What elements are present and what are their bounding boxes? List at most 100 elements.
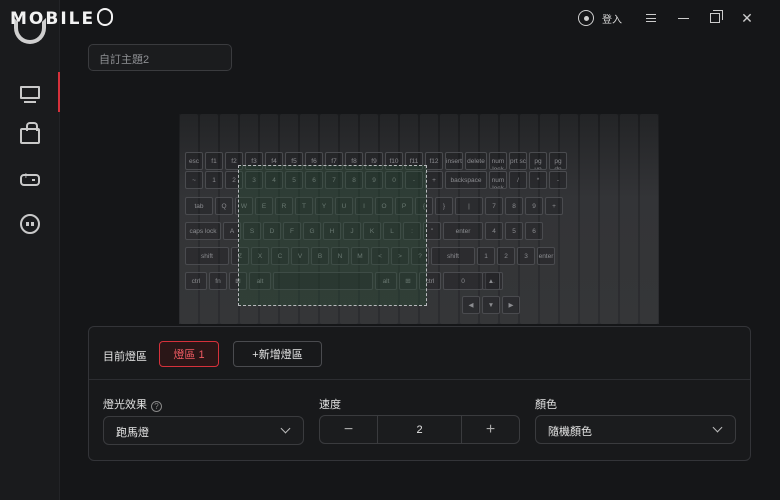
key[interactable]: 7 bbox=[485, 197, 503, 215]
key-label: + bbox=[552, 203, 556, 210]
key[interactable]: backspace bbox=[445, 171, 487, 189]
key-label: enter bbox=[455, 228, 471, 235]
close-button[interactable]: ✕ bbox=[734, 9, 760, 27]
menu-icon bbox=[646, 14, 656, 22]
speed-decrease-button[interactable]: − bbox=[320, 416, 377, 443]
key[interactable]: 9 bbox=[525, 197, 543, 215]
key[interactable]: 5 bbox=[505, 222, 523, 240]
key[interactable]: enter bbox=[537, 247, 555, 265]
light-column bbox=[540, 114, 558, 324]
current-zone-label: 目前燈區 bbox=[103, 351, 147, 363]
key[interactable]: Q bbox=[215, 197, 233, 215]
key-label: ctrl bbox=[191, 278, 201, 285]
key[interactable]: esc bbox=[185, 152, 203, 170]
arrow-key[interactable]: ◀ bbox=[462, 296, 480, 314]
light-column bbox=[560, 114, 578, 324]
key-label: pg dn bbox=[554, 158, 562, 170]
key[interactable]: fn bbox=[209, 272, 227, 290]
key[interactable]: 1 bbox=[477, 247, 495, 265]
light-column bbox=[520, 114, 538, 324]
key-label: Q bbox=[221, 203, 227, 210]
brand-logo: MOBILE bbox=[10, 8, 114, 29]
arrow-key[interactable]: ▲ bbox=[482, 272, 500, 290]
arrow-icon: ▶ bbox=[508, 302, 514, 309]
key[interactable]: 8 bbox=[505, 197, 523, 215]
arrow-key[interactable]: ▼ bbox=[482, 296, 500, 314]
key[interactable]: tab bbox=[185, 197, 213, 215]
speed-value[interactable]: 2 bbox=[377, 416, 462, 443]
user-icon[interactable] bbox=[578, 10, 594, 26]
sidebar-item-mascot[interactable] bbox=[0, 204, 60, 244]
effect-label-text: 燈光效果 bbox=[103, 399, 147, 411]
color-select[interactable]: 隨機顏色 bbox=[535, 415, 736, 444]
key[interactable]: shift bbox=[185, 247, 229, 265]
arrow-icon: ▼ bbox=[487, 302, 495, 309]
key[interactable]: 6 bbox=[525, 222, 543, 240]
key[interactable]: pg up bbox=[529, 152, 547, 170]
minimize-button[interactable] bbox=[670, 9, 696, 27]
light-column bbox=[480, 114, 498, 324]
key[interactable]: 4 bbox=[485, 222, 503, 240]
menu-button[interactable] bbox=[638, 9, 664, 27]
speed-label: 速度 bbox=[319, 399, 341, 411]
key-label: 8 bbox=[512, 203, 516, 210]
key[interactable]: pg dn bbox=[549, 152, 567, 170]
chevron-down-icon bbox=[712, 422, 723, 433]
key[interactable]: / bbox=[509, 171, 527, 189]
key[interactable]: + bbox=[425, 171, 443, 189]
key[interactable]: caps lock bbox=[185, 222, 221, 240]
key[interactable]: * bbox=[529, 171, 547, 189]
speed-increase-button[interactable]: + bbox=[462, 416, 519, 443]
help-icon[interactable]: ? bbox=[151, 401, 162, 412]
key-label: prt sc bbox=[510, 158, 526, 165]
key[interactable]: | bbox=[455, 197, 483, 215]
maximize-button[interactable] bbox=[702, 9, 728, 27]
color-label: 顏色 bbox=[535, 399, 557, 411]
key[interactable]: + bbox=[545, 197, 563, 215]
key[interactable]: f1 bbox=[205, 152, 223, 170]
lighting-zone-selection[interactable] bbox=[238, 165, 427, 306]
key[interactable]: - bbox=[549, 171, 567, 189]
key-label: 4 bbox=[492, 228, 496, 235]
key[interactable]: ctrl bbox=[185, 272, 207, 290]
logo-text: MOBILE bbox=[10, 9, 96, 29]
key-label: f1 bbox=[211, 158, 217, 165]
zone-1-button[interactable]: 燈區 1 bbox=[159, 341, 219, 367]
key[interactable]: shift bbox=[431, 247, 475, 265]
key[interactable]: prt sc bbox=[509, 152, 527, 170]
effect-select[interactable]: 跑馬燈 bbox=[103, 416, 304, 445]
light-column bbox=[580, 114, 598, 324]
close-icon: ✕ bbox=[741, 9, 753, 26]
light-column bbox=[640, 114, 658, 324]
key-label: num lock bbox=[491, 177, 505, 189]
sidebar-item-store[interactable] bbox=[0, 116, 60, 156]
key[interactable]: delete bbox=[465, 152, 487, 170]
key[interactable]: num lock bbox=[489, 152, 507, 170]
light-column bbox=[600, 114, 618, 324]
key[interactable]: num lock bbox=[489, 171, 507, 189]
key-label: insert bbox=[446, 158, 462, 165]
key[interactable]: enter bbox=[443, 222, 483, 240]
sidebar-item-games[interactable] bbox=[0, 160, 60, 200]
key-label: - bbox=[556, 177, 560, 184]
login-link[interactable]: 登入 bbox=[602, 11, 622, 26]
arrow-icon: ▲ bbox=[487, 278, 495, 285]
key[interactable]: } bbox=[435, 197, 453, 215]
key[interactable]: 0 bbox=[443, 272, 483, 290]
key[interactable]: 1 bbox=[205, 171, 223, 189]
sidebar-item-lighting[interactable] bbox=[0, 72, 60, 112]
key[interactable]: f12 bbox=[425, 152, 443, 170]
arrow-key[interactable]: ▶ bbox=[502, 296, 520, 314]
key[interactable]: ~ bbox=[185, 171, 203, 189]
effect-label: 燈光效果? bbox=[103, 396, 162, 412]
key[interactable]: insert bbox=[445, 152, 463, 170]
key[interactable]: 2 bbox=[497, 247, 515, 265]
key-label: * bbox=[536, 177, 540, 184]
key[interactable]: 3 bbox=[517, 247, 535, 265]
theme-name-field[interactable]: 自訂主題2 bbox=[88, 44, 232, 71]
light-column bbox=[460, 114, 478, 324]
maximize-icon bbox=[710, 10, 723, 23]
add-zone-button[interactable]: +新增燈區 bbox=[233, 341, 322, 367]
light-column bbox=[220, 114, 238, 324]
key-label: } bbox=[442, 203, 446, 210]
